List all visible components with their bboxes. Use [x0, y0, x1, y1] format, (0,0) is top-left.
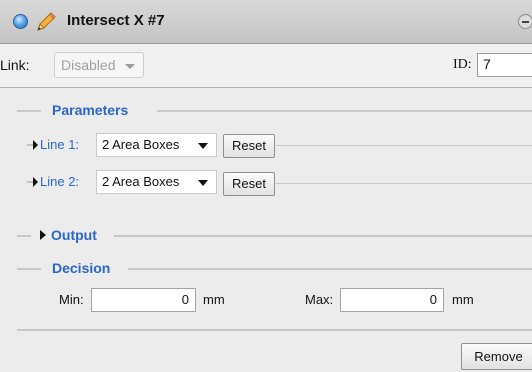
chevron-down-icon	[125, 64, 135, 69]
link-row: Link: Disabled ID: 7	[0, 44, 532, 88]
line1-label: Line 1:	[40, 137, 80, 152]
line2-reset-button[interactable]: Reset	[223, 172, 275, 196]
link-select[interactable]: Disabled	[54, 52, 144, 78]
min-label: Min:	[59, 292, 84, 307]
chevron-down-icon	[198, 180, 208, 186]
min-input[interactable]: 0	[91, 288, 196, 312]
line2-select-value: 2 Area Boxes	[102, 174, 180, 189]
remove-button[interactable]: Remove	[461, 343, 532, 370]
parameters-section-title[interactable]: Parameters	[52, 102, 128, 118]
link-label: Link:	[0, 57, 30, 73]
max-unit: mm	[452, 292, 474, 307]
expand-arrow-icon[interactable]	[39, 229, 47, 241]
max-input[interactable]: 0	[340, 288, 444, 312]
line2-select[interactable]: 2 Area Boxes	[96, 170, 217, 194]
section-divider	[17, 235, 31, 237]
section-divider	[114, 235, 532, 237]
decision-section-title[interactable]: Decision	[52, 260, 110, 276]
title-bar: Intersect X #7	[0, 0, 532, 44]
row-divider	[276, 145, 532, 146]
line1-select[interactable]: 2 Area Boxes	[96, 133, 217, 157]
line2-label: Line 2:	[40, 174, 80, 189]
section-divider	[128, 268, 532, 270]
link-select-value: Disabled	[61, 57, 116, 73]
collapse-icon[interactable]	[518, 14, 532, 29]
chevron-down-icon	[198, 143, 208, 149]
row-divider	[276, 183, 532, 184]
section-divider	[17, 268, 41, 270]
expand-arrow-icon[interactable]	[27, 177, 39, 187]
id-label: ID:	[453, 57, 472, 72]
window-title: Intersect X #7	[67, 12, 165, 29]
max-label: Max:	[305, 292, 334, 307]
line1-reset-button[interactable]: Reset	[223, 134, 275, 158]
section-divider	[17, 110, 41, 112]
footer-divider	[17, 329, 532, 331]
expand-arrow-icon[interactable]	[27, 140, 39, 150]
status-dot-icon[interactable]	[13, 14, 28, 29]
id-input[interactable]: 7	[477, 53, 532, 77]
line1-select-value: 2 Area Boxes	[102, 137, 180, 152]
output-section-title[interactable]: Output	[51, 227, 97, 243]
min-unit: mm	[203, 292, 225, 307]
section-divider	[157, 110, 532, 112]
pencil-icon[interactable]	[34, 10, 58, 34]
